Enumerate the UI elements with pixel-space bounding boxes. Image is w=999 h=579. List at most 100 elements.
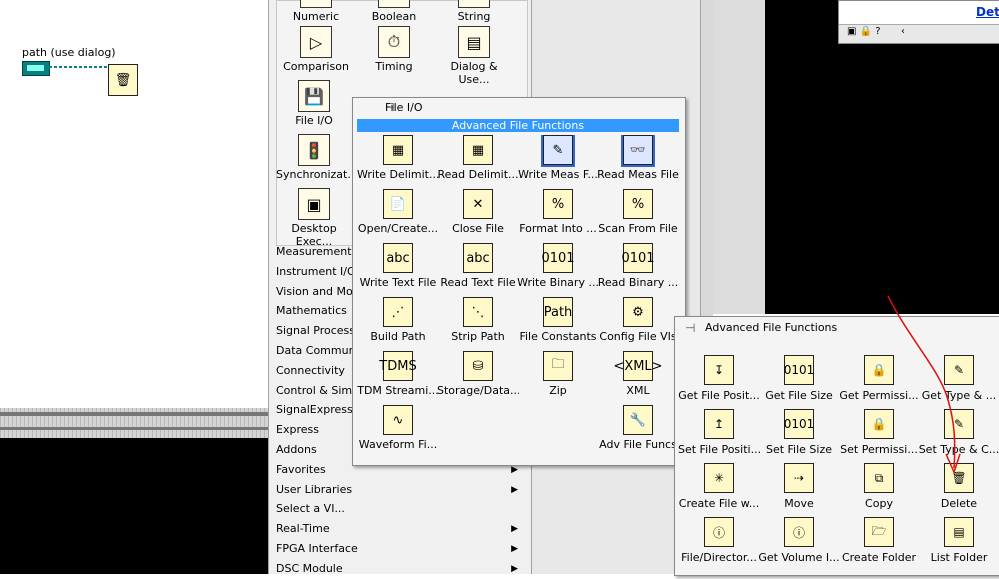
palette-category[interactable]: FPGA Interface ▶ bbox=[276, 539, 526, 559]
subpalette-title-bar[interactable]: ⊣ File I/O bbox=[353, 98, 685, 118]
palette-category-label: Favorites bbox=[276, 462, 326, 476]
fileio-item[interactable]: 0101 Write Binary ... bbox=[517, 243, 599, 289]
dialog-icon: ▤ bbox=[458, 26, 490, 58]
advanced-item-label: Delete bbox=[940, 497, 978, 510]
fileio-item[interactable]: ∿ Waveform Fi... bbox=[357, 405, 439, 451]
xml-icon: <XML> bbox=[613, 351, 663, 381]
chevron-right-icon: ▶ bbox=[511, 524, 518, 535]
palette-category[interactable]: Select a VI... bbox=[276, 499, 526, 519]
fileio-item[interactable]: 📄 Open/Create... bbox=[357, 189, 439, 235]
fileio-item[interactable]: ▦ Read Delimit... bbox=[437, 135, 519, 181]
zip-icon: 🗀 bbox=[543, 351, 573, 381]
fileio-item[interactable]: % Format Into ... bbox=[517, 189, 599, 235]
fileio-item[interactable]: ⛁ Storage/Data... bbox=[437, 351, 519, 397]
fileio-item[interactable]: 🗀 Zip bbox=[517, 351, 599, 397]
advanced-item[interactable]: 0101 Get File Size bbox=[758, 355, 840, 402]
palette-category-label: Select a VI... bbox=[276, 502, 345, 516]
fileio-item[interactable]: 🔧 Adv File Funcs bbox=[597, 405, 679, 451]
file-directory-info-icon: ⓘ bbox=[704, 517, 734, 547]
palette-item[interactable]: ▭ Boolean bbox=[356, 0, 432, 23]
get-volume-info-icon: ⓘ bbox=[784, 517, 814, 547]
fileio-item[interactable]: ✎ Write Meas F... bbox=[517, 135, 599, 181]
fileio-item[interactable]: ▦ Write Delimit... bbox=[357, 135, 439, 181]
fileio-item[interactable]: ⋱ Strip Path bbox=[437, 297, 519, 343]
fileio-item-label: Read Meas File bbox=[597, 168, 679, 181]
palette-category-label: Connectivity bbox=[276, 363, 345, 377]
tdm-streaming-icon: TDMS bbox=[379, 351, 417, 381]
file-io-icon: 💾 bbox=[298, 80, 330, 112]
chevron-left-icon[interactable]: ‹ bbox=[901, 26, 905, 37]
palette-item[interactable]: ▤ Dialog & Use... bbox=[436, 26, 512, 86]
advanced-item-label: List Folder bbox=[930, 551, 988, 564]
palette-item-label: Boolean bbox=[371, 10, 417, 23]
path-control-terminal[interactable] bbox=[22, 61, 50, 76]
delete-function-node[interactable]: 🗑 bbox=[108, 64, 138, 96]
build-path-icon: ⋰ bbox=[383, 297, 413, 327]
palette-item[interactable]: 123 Numeric bbox=[278, 0, 354, 23]
fileio-item-label: Strip Path bbox=[451, 330, 505, 343]
palette-category[interactable]: DSC Module ▶ bbox=[276, 559, 526, 579]
palette-item[interactable]: ⏱ Timing bbox=[356, 26, 432, 73]
palette-category[interactable]: User Libraries ▶ bbox=[276, 480, 526, 500]
boolean-icon: ▭ bbox=[378, 0, 410, 8]
fileio-item[interactable]: ✕ Close File bbox=[437, 189, 519, 235]
palette-item-label: Synchronizat... bbox=[276, 168, 358, 181]
fileio-item-label: Read Text File bbox=[440, 276, 516, 289]
palette-item[interactable]: 💾 File I/O bbox=[276, 80, 352, 127]
palette-item-label: Timing bbox=[375, 60, 413, 73]
fileio-item[interactable]: Path File Constants bbox=[517, 297, 599, 343]
path-wire[interactable] bbox=[49, 66, 111, 68]
advanced-item[interactable]: ⓘ File/Director... bbox=[678, 517, 760, 564]
advanced-item[interactable]: ⓘ Get Volume I... bbox=[758, 517, 840, 564]
advanced-file-functions-icon: 🔧 bbox=[623, 405, 653, 435]
help-toolbar-icons[interactable]: ▣ 🔒 ? bbox=[847, 26, 881, 37]
palette-item[interactable]: abc String bbox=[436, 0, 512, 23]
file-constants-icon: Path bbox=[543, 297, 573, 327]
strip-path-icon: ⋱ bbox=[463, 297, 493, 327]
waveform-file-icon: ∿ bbox=[383, 405, 413, 435]
palette-item[interactable]: 🚦 Synchronizat... bbox=[276, 134, 358, 181]
advanced-item[interactable]: ⇢ Move bbox=[758, 463, 840, 510]
advanced-item-label: Get File Posit... bbox=[678, 389, 760, 402]
fileio-item[interactable]: 0101 Read Binary ... bbox=[597, 243, 679, 289]
advanced-item[interactable]: ✳ Create File w... bbox=[678, 463, 760, 510]
vertical-scrollbar[interactable] bbox=[700, 0, 713, 320]
fileio-item[interactable]: abc Read Text File bbox=[437, 243, 519, 289]
advanced-item[interactable]: 0101 Set File Size bbox=[758, 409, 840, 456]
palette-item[interactable]: ▷ Comparison bbox=[278, 26, 354, 73]
fileio-item-label: XML bbox=[626, 384, 650, 397]
scan-from-file-icon: % bbox=[623, 189, 653, 219]
palette-item[interactable]: ▣ Desktop Exec... bbox=[276, 188, 352, 248]
chevron-right-icon: ▶ bbox=[511, 484, 518, 495]
fileio-item[interactable]: 👓 Read Meas File bbox=[597, 135, 679, 181]
palette-item-label: String bbox=[457, 10, 491, 23]
advanced-item[interactable]: ▤ List Folder bbox=[918, 517, 999, 564]
fileio-item-label: Write Delimit... bbox=[357, 168, 439, 181]
fileio-item-label: Adv File Funcs bbox=[599, 438, 677, 451]
fileio-item-label: Config File VIs bbox=[599, 330, 677, 343]
write-delimited-icon: ▦ bbox=[383, 135, 413, 165]
fileio-item[interactable]: ⋰ Build Path bbox=[357, 297, 439, 343]
pin-icon[interactable]: ⊣ bbox=[685, 321, 695, 335]
fileio-item-label: TDM Streami... bbox=[357, 384, 439, 397]
format-into-file-icon: % bbox=[543, 189, 573, 219]
palette-category[interactable]: Real-Time ▶ bbox=[276, 519, 526, 539]
detailed-help-link[interactable]: Deta bbox=[976, 5, 999, 19]
set-file-position-icon: ↥ bbox=[704, 409, 734, 439]
advanced-item[interactable]: ↥ Set File Positi... bbox=[678, 409, 760, 456]
synchronization-icon: 🚦 bbox=[298, 134, 330, 166]
fileio-item-label: File Constants bbox=[519, 330, 597, 343]
fileio-item[interactable]: TDMS TDM Streami... bbox=[357, 351, 439, 397]
advanced-item[interactable]: ↧ Get File Posit... bbox=[678, 355, 760, 402]
fileio-item[interactable]: % Scan From File bbox=[597, 189, 679, 235]
read-binary-file-icon: 0101 bbox=[621, 243, 655, 273]
open-create-file-icon: 📄 bbox=[383, 189, 413, 219]
fileio-item-label: Read Delimit... bbox=[437, 168, 519, 181]
fileio-item[interactable]: <XML> XML bbox=[597, 351, 679, 397]
advanced-item[interactable]: 🗁 Create Folder bbox=[838, 517, 920, 564]
read-measurement-file-icon: 👓 bbox=[621, 135, 655, 167]
fileio-item[interactable]: abc Write Text File bbox=[357, 243, 439, 289]
close-file-icon: ✕ bbox=[463, 189, 493, 219]
fileio-item[interactable]: ⚙ Config File VIs bbox=[597, 297, 679, 343]
palette-item-label: Numeric bbox=[292, 10, 340, 23]
